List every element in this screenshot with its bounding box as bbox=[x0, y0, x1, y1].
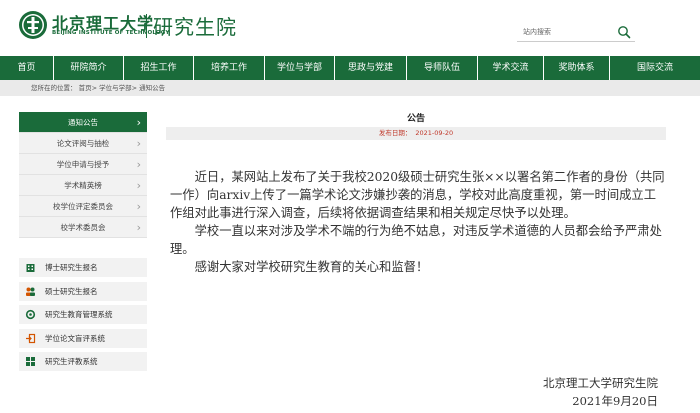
article-paragraph: 感谢大家对学校研究生教育的关心和监督！ bbox=[194, 260, 429, 274]
link-blind-review-system[interactable]: 学位论文盲评系统 bbox=[19, 328, 147, 348]
sidebar-menu: 通知公告 › 论文评阅与抽检 › 学位申请与授予 › 学术精英榜 › 校学位评定… bbox=[19, 112, 147, 238]
article-paragraph: 近日，某网站上发布了关于我校2020级硕士研究生张××以署名第二作者的身份（共同… bbox=[170, 170, 665, 220]
sidebar-item-label: 校学术委员会 bbox=[60, 223, 106, 232]
settings-icon bbox=[25, 310, 36, 320]
sidebar-item-academic-elite[interactable]: 学术精英榜 › bbox=[19, 175, 147, 196]
nav-supervisors[interactable]: 导师队伍 bbox=[407, 56, 478, 80]
logo-english-name[interactable]: BEIJING INSTITUTE OF TECHNOLOGY bbox=[52, 30, 170, 36]
link-label: 学位论文盲评系统 bbox=[45, 333, 105, 343]
sidebar-item-academic-committee[interactable]: 校学术委员会 › bbox=[19, 217, 147, 238]
sidebar-item-label: 论文评阅与抽检 bbox=[56, 139, 110, 148]
article-meta: 发布日期： 2021-09-20 bbox=[166, 127, 666, 140]
link-label: 博士研究生报名 bbox=[45, 263, 98, 272]
search-box bbox=[517, 23, 635, 42]
link-master-registration[interactable]: 硕士研究生报名 bbox=[19, 281, 147, 301]
link-education-system[interactable]: 研究生教育管理系统 bbox=[19, 305, 147, 325]
site-header: 北京理工大学 BEIJING INSTITUTE OF TECHNOLOGY 研… bbox=[0, 0, 700, 56]
article-signature: 北京理工大学研究生院 2021年9月20日 bbox=[543, 374, 658, 410]
sidebar-item-label: 校学位评定委员会 bbox=[53, 202, 113, 211]
users-icon bbox=[26, 287, 35, 296]
nav-funding[interactable]: 奖助体系 bbox=[544, 56, 610, 80]
sidebar-item-thesis-review[interactable]: 论文评阅与抽检 › bbox=[19, 133, 147, 154]
publish-date: 2021-09-20 bbox=[415, 129, 454, 137]
sidebar-item-notices[interactable]: 通知公告 › bbox=[19, 112, 147, 133]
sidebar-item-label: 学位申请与授予 bbox=[56, 160, 110, 169]
link-label: 研究生教育管理系统 bbox=[45, 310, 113, 320]
nav-admissions[interactable]: 招生工作 bbox=[124, 56, 194, 80]
link-evaluation-system[interactable]: 研究生评教系统 bbox=[19, 352, 147, 372]
sidebar-item-label: 通知公告 bbox=[68, 118, 98, 127]
date-label: 发布日期： bbox=[378, 129, 412, 137]
chevron-right-icon: › bbox=[136, 221, 141, 234]
site-name[interactable]: 研究生院 bbox=[153, 11, 237, 40]
chevron-right-icon: › bbox=[136, 200, 141, 213]
article-title: 公告 bbox=[406, 114, 425, 124]
main-nav: 首页 研院简介 招生工作 培养工作 学位与学部 思政与党建 导师队伍 学术交流 … bbox=[0, 56, 700, 80]
sidebar-item-label: 学术精英榜 bbox=[64, 181, 102, 190]
article-paragraph: 学校一直以来对涉及学术不端的行为绝不姑息，对违反学术道德的人员都会给予严肃处理。 bbox=[170, 224, 662, 256]
nav-international[interactable]: 国际交流 bbox=[610, 56, 700, 80]
chevron-right-icon: › bbox=[136, 158, 141, 171]
chevron-right-icon: › bbox=[136, 179, 141, 192]
nav-degree[interactable]: 学位与学部 bbox=[265, 56, 335, 80]
nav-academic-exchange[interactable]: 学术交流 bbox=[478, 56, 544, 80]
grid-icon bbox=[26, 357, 35, 367]
logo-divider bbox=[146, 14, 147, 38]
link-phd-registration[interactable]: 博士研究生报名 bbox=[19, 258, 147, 277]
chevron-right-icon: › bbox=[136, 116, 141, 129]
university-emblem-icon[interactable] bbox=[18, 10, 48, 40]
search-icon[interactable] bbox=[617, 25, 631, 39]
signature-org: 北京理工大学研究生院 bbox=[543, 376, 658, 390]
sidebar-item-degree-application[interactable]: 学位申请与授予 › bbox=[19, 154, 147, 175]
nav-training[interactable]: 培养工作 bbox=[194, 56, 265, 80]
chevron-right-icon: › bbox=[136, 137, 141, 150]
link-label: 研究生评教系统 bbox=[45, 357, 98, 367]
signature-date: 2021年9月20日 bbox=[572, 394, 658, 408]
quick-links: 博士研究生报名 硕士研究生报名 研究生教育管理系统 学位论文盲评系统 研究生评教… bbox=[19, 258, 147, 376]
link-label: 硕士研究生报名 bbox=[45, 286, 98, 296]
sidebar-item-degree-committee[interactable]: 校学位评定委员会 › bbox=[19, 196, 147, 217]
search-input[interactable] bbox=[523, 25, 613, 39]
building-icon bbox=[26, 264, 35, 272]
breadcrumb: 您所在的位置： 首页> 学位与学部> 通知公告 bbox=[0, 80, 700, 96]
nav-party[interactable]: 思政与党建 bbox=[335, 56, 407, 80]
article-body: 近日，某网站上发布了关于我校2020级硕士研究生张××以署名第二作者的身份（共同… bbox=[170, 168, 666, 276]
nav-home[interactable]: 首页 bbox=[0, 56, 54, 80]
nav-about[interactable]: 研院简介 bbox=[54, 56, 124, 80]
login-icon bbox=[26, 333, 36, 343]
